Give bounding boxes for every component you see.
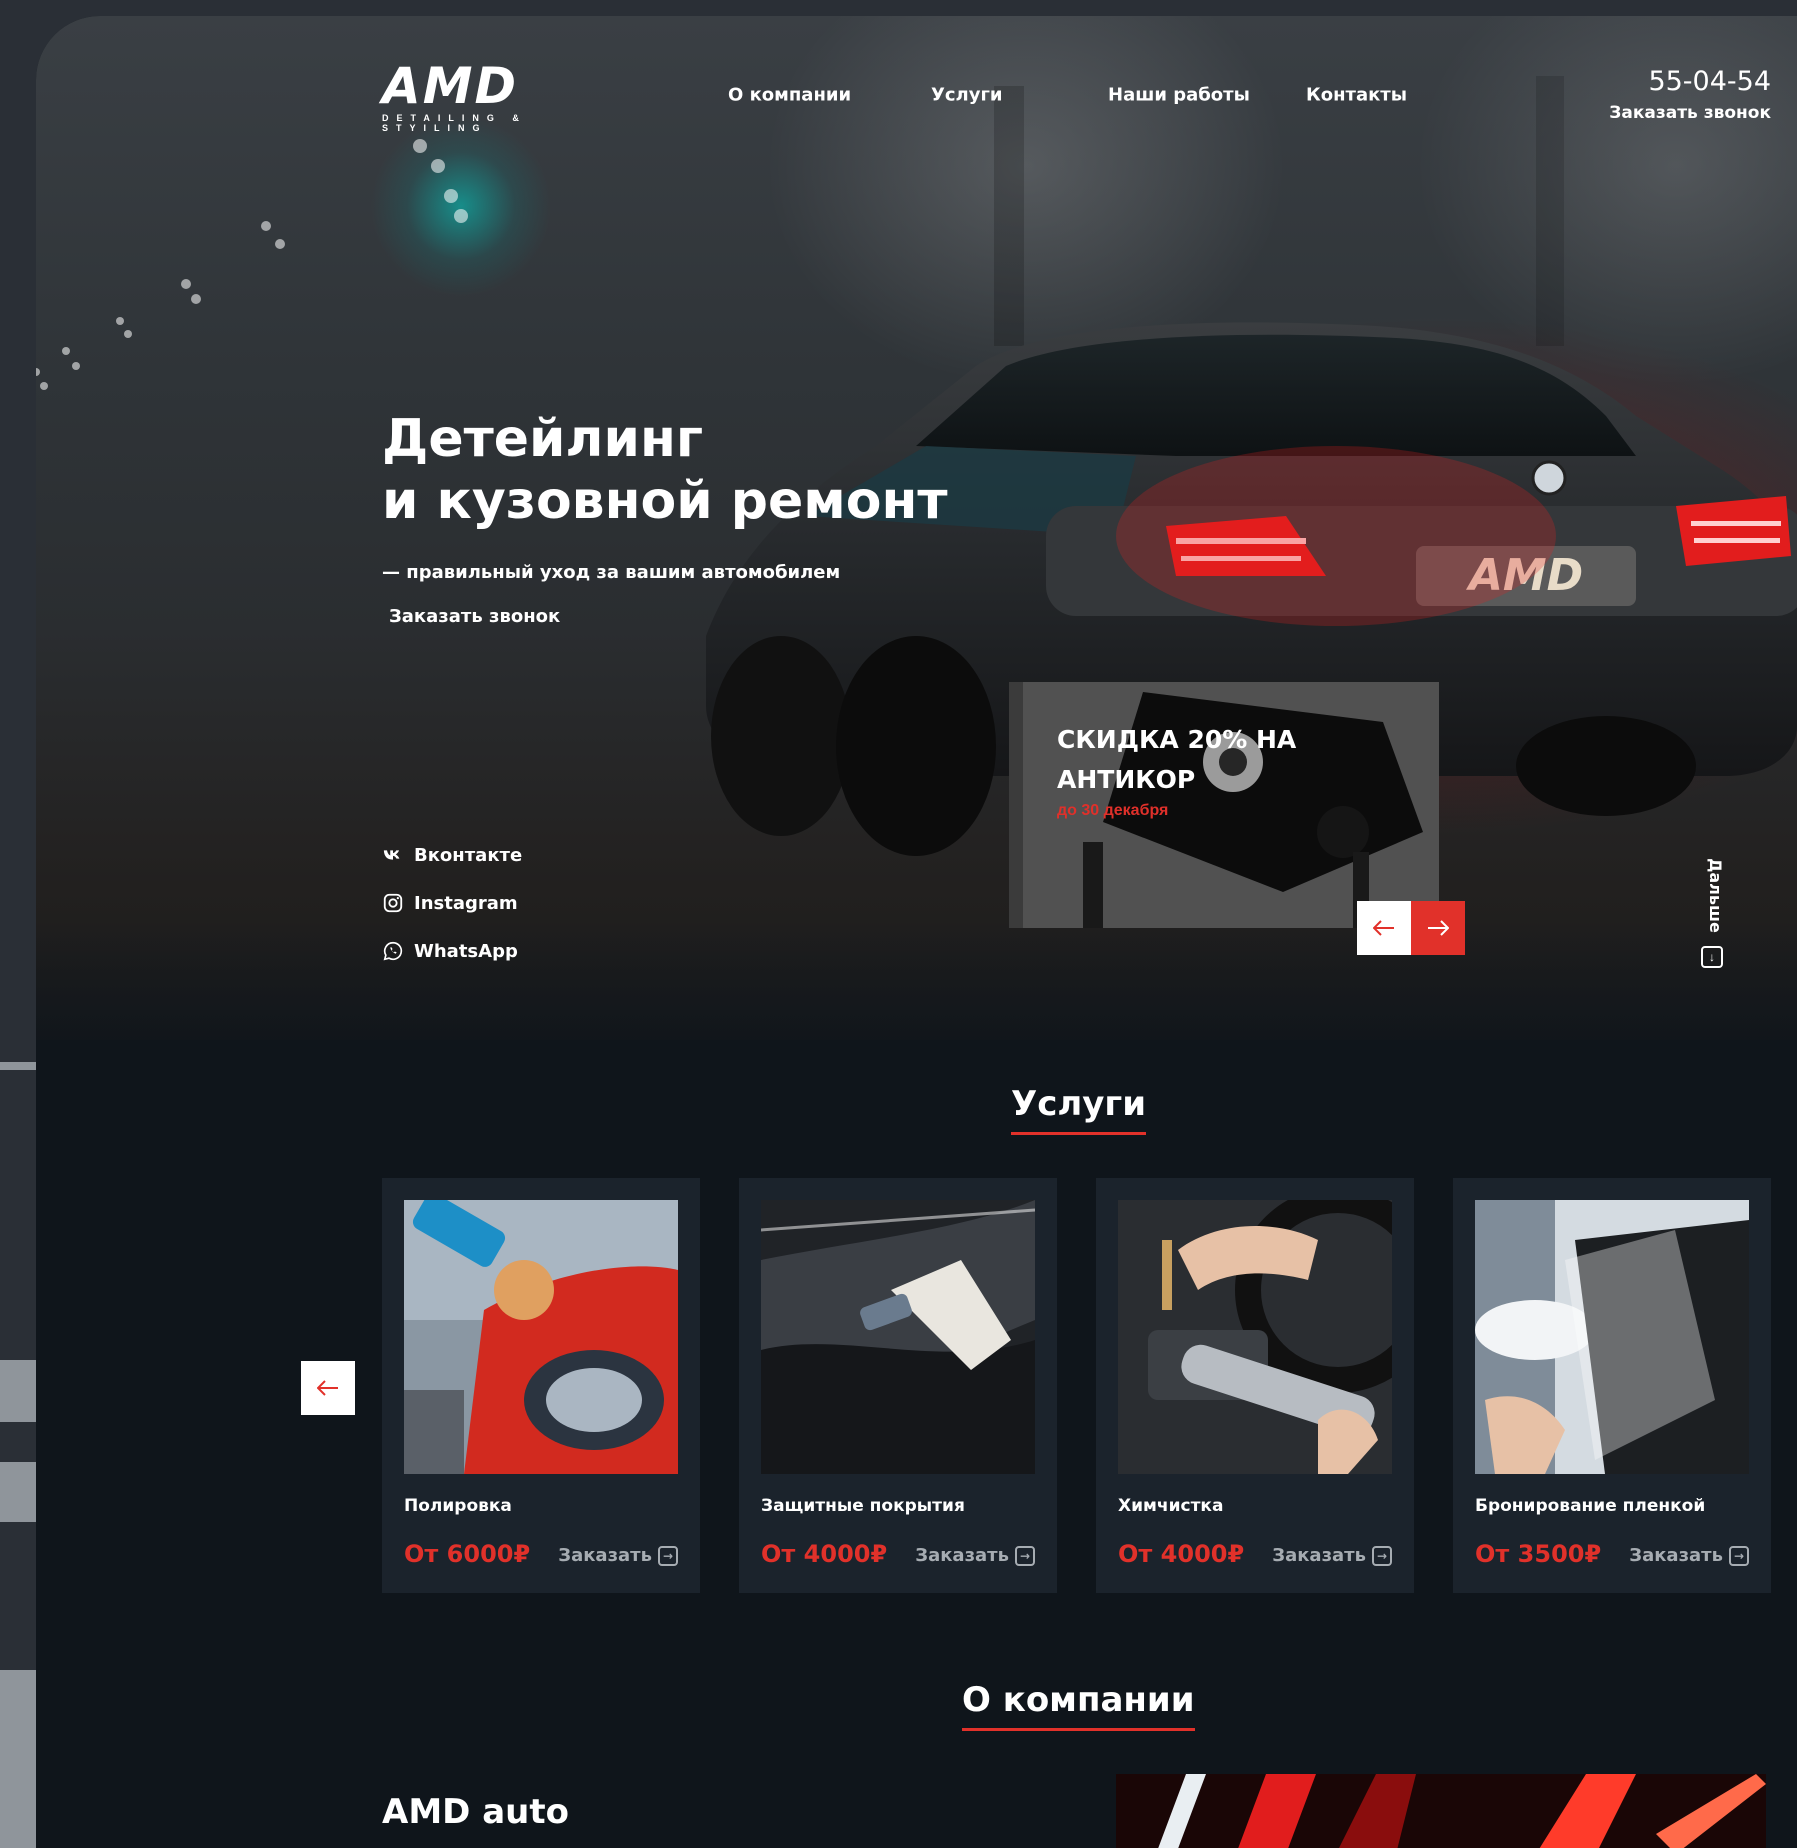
arrow-right-box-icon: → [658,1545,678,1566]
arrow-right-box-icon: → [1372,1545,1392,1566]
services-title-text: Услуги [1011,1084,1147,1124]
phone-number[interactable]: 55-04-54 [1609,66,1771,97]
about-title: О компании [962,1680,1195,1731]
promo-title: СКИДКА 20% НА АНТИКОР [1057,725,1297,794]
nav-item-about[interactable]: О компании [728,85,851,106]
arrow-right-icon [1428,920,1449,936]
services-prev-button[interactable] [301,1361,355,1415]
service-order-button[interactable]: Заказать → [1629,1545,1749,1566]
promo-date: до 30 декабря [1057,802,1169,819]
hero-fade [36,920,1797,1040]
polishing-photo [404,1200,678,1474]
service-price: От 4000₽ [1118,1540,1245,1568]
vk-icon [383,850,400,860]
social-vk-label: Вконтакте [414,844,523,866]
film-wrap-photo [1475,1200,1749,1474]
about-brand-name: AMD auto [382,1792,569,1832]
arrow-down-icon: ↓ [1701,946,1723,968]
logo-tagline: DETAILING & STYILING [382,113,527,133]
service-card[interactable]: Бронирование пленкой От 3500₽ Заказать → [1453,1178,1771,1593]
nav-item-services[interactable]: Услуги [931,85,1002,106]
gutter-bar [0,1360,36,1422]
instagram-icon [383,893,403,913]
hero-subtitle: — правильный уход за вашим автомобилем [382,562,841,583]
service-image-coatings [761,1200,1035,1474]
hero-section: AMD AMD DETAILING & STYILING О компании … [36,16,1797,1040]
hero-title-line1: Детейлинг [382,409,704,469]
gutter-bar [0,1062,36,1070]
social-whatsapp[interactable]: WhatsApp [382,927,522,975]
service-price: От 6000₽ [404,1540,531,1568]
promo-slide[interactable]: СКИДКА 20% НА АНТИКОР до 30 декабря [1009,682,1439,928]
arrow-left-icon [317,1380,338,1396]
service-name: Защитные покрытия [761,1496,965,1516]
service-image-film [1475,1200,1749,1474]
order-label: Заказать [558,1545,652,1566]
services-title: Услуги [1011,1084,1147,1135]
gutter-bar [0,1670,36,1848]
social-instagram[interactable]: Instagram [382,879,522,927]
service-name: Бронирование пленкой [1475,1496,1706,1516]
service-card[interactable]: Защитные покрытия От 4000₽ Заказать → [739,1178,1057,1593]
arrow-right-box-icon: → [1015,1545,1035,1566]
service-name: Полировка [404,1496,512,1516]
header-contact: 55-04-54 Заказать звонок [1609,66,1771,123]
promo-prev-button[interactable] [1357,901,1411,955]
social-links: Вконтакте Instagram WhatsApp [382,831,522,975]
social-whatsapp-label: WhatsApp [414,940,518,962]
hero-callback-button[interactable]: Заказать звонок [389,606,560,627]
hero-title: Детейлинг и кузовной ремонт [382,408,1022,532]
nav-item-contacts[interactable]: Контакты [1306,85,1407,106]
arrow-right-box-icon: → [1729,1545,1749,1566]
social-instagram-label: Instagram [414,892,518,914]
logo-mark: AMD [382,57,518,115]
taillight-photo [1116,1774,1766,1848]
social-vk[interactable]: Вконтакте [382,831,522,879]
scroll-hint-label: Дальше [1705,858,1725,933]
about-image [1116,1774,1766,1848]
amd-logo[interactable]: AMD DETAILING & STYILING [382,57,626,133]
arrow-left-icon [1373,920,1394,936]
header-callback-link[interactable]: Заказать звонок [1609,103,1771,123]
service-image-dry-cleaning [1118,1200,1392,1474]
service-price: От 4000₽ [761,1540,888,1568]
page: AMD AMD DETAILING & STYILING О компании … [36,16,1797,1848]
hero-title-line2: и кузовной ремонт [382,471,948,531]
order-label: Заказать [915,1545,1009,1566]
service-name: Химчистка [1118,1496,1224,1516]
promo-next-button[interactable] [1411,901,1465,955]
whatsapp-icon [383,941,403,961]
title-underline [962,1728,1195,1731]
service-image-polishing [404,1200,678,1474]
service-price: От 3500₽ [1475,1540,1602,1568]
dry-cleaning-photo [1118,1200,1392,1474]
order-label: Заказать [1272,1545,1366,1566]
scroll-down-hint[interactable]: Дальше ↓ [1698,846,1728,976]
order-label: Заказать [1629,1545,1723,1566]
title-underline [1011,1132,1147,1135]
coatings-photo [761,1200,1035,1474]
service-card[interactable]: Химчистка От 4000₽ Заказать → [1096,1178,1414,1593]
service-order-button[interactable]: Заказать → [915,1545,1035,1566]
gutter-bar [0,1462,36,1522]
service-card[interactable]: Полировка От 6000₽ Заказать → [382,1178,700,1593]
service-order-button[interactable]: Заказать → [558,1545,678,1566]
nav-item-works[interactable]: Наши работы [1108,85,1250,106]
about-title-text: О компании [962,1680,1195,1720]
service-order-button[interactable]: Заказать → [1272,1545,1392,1566]
